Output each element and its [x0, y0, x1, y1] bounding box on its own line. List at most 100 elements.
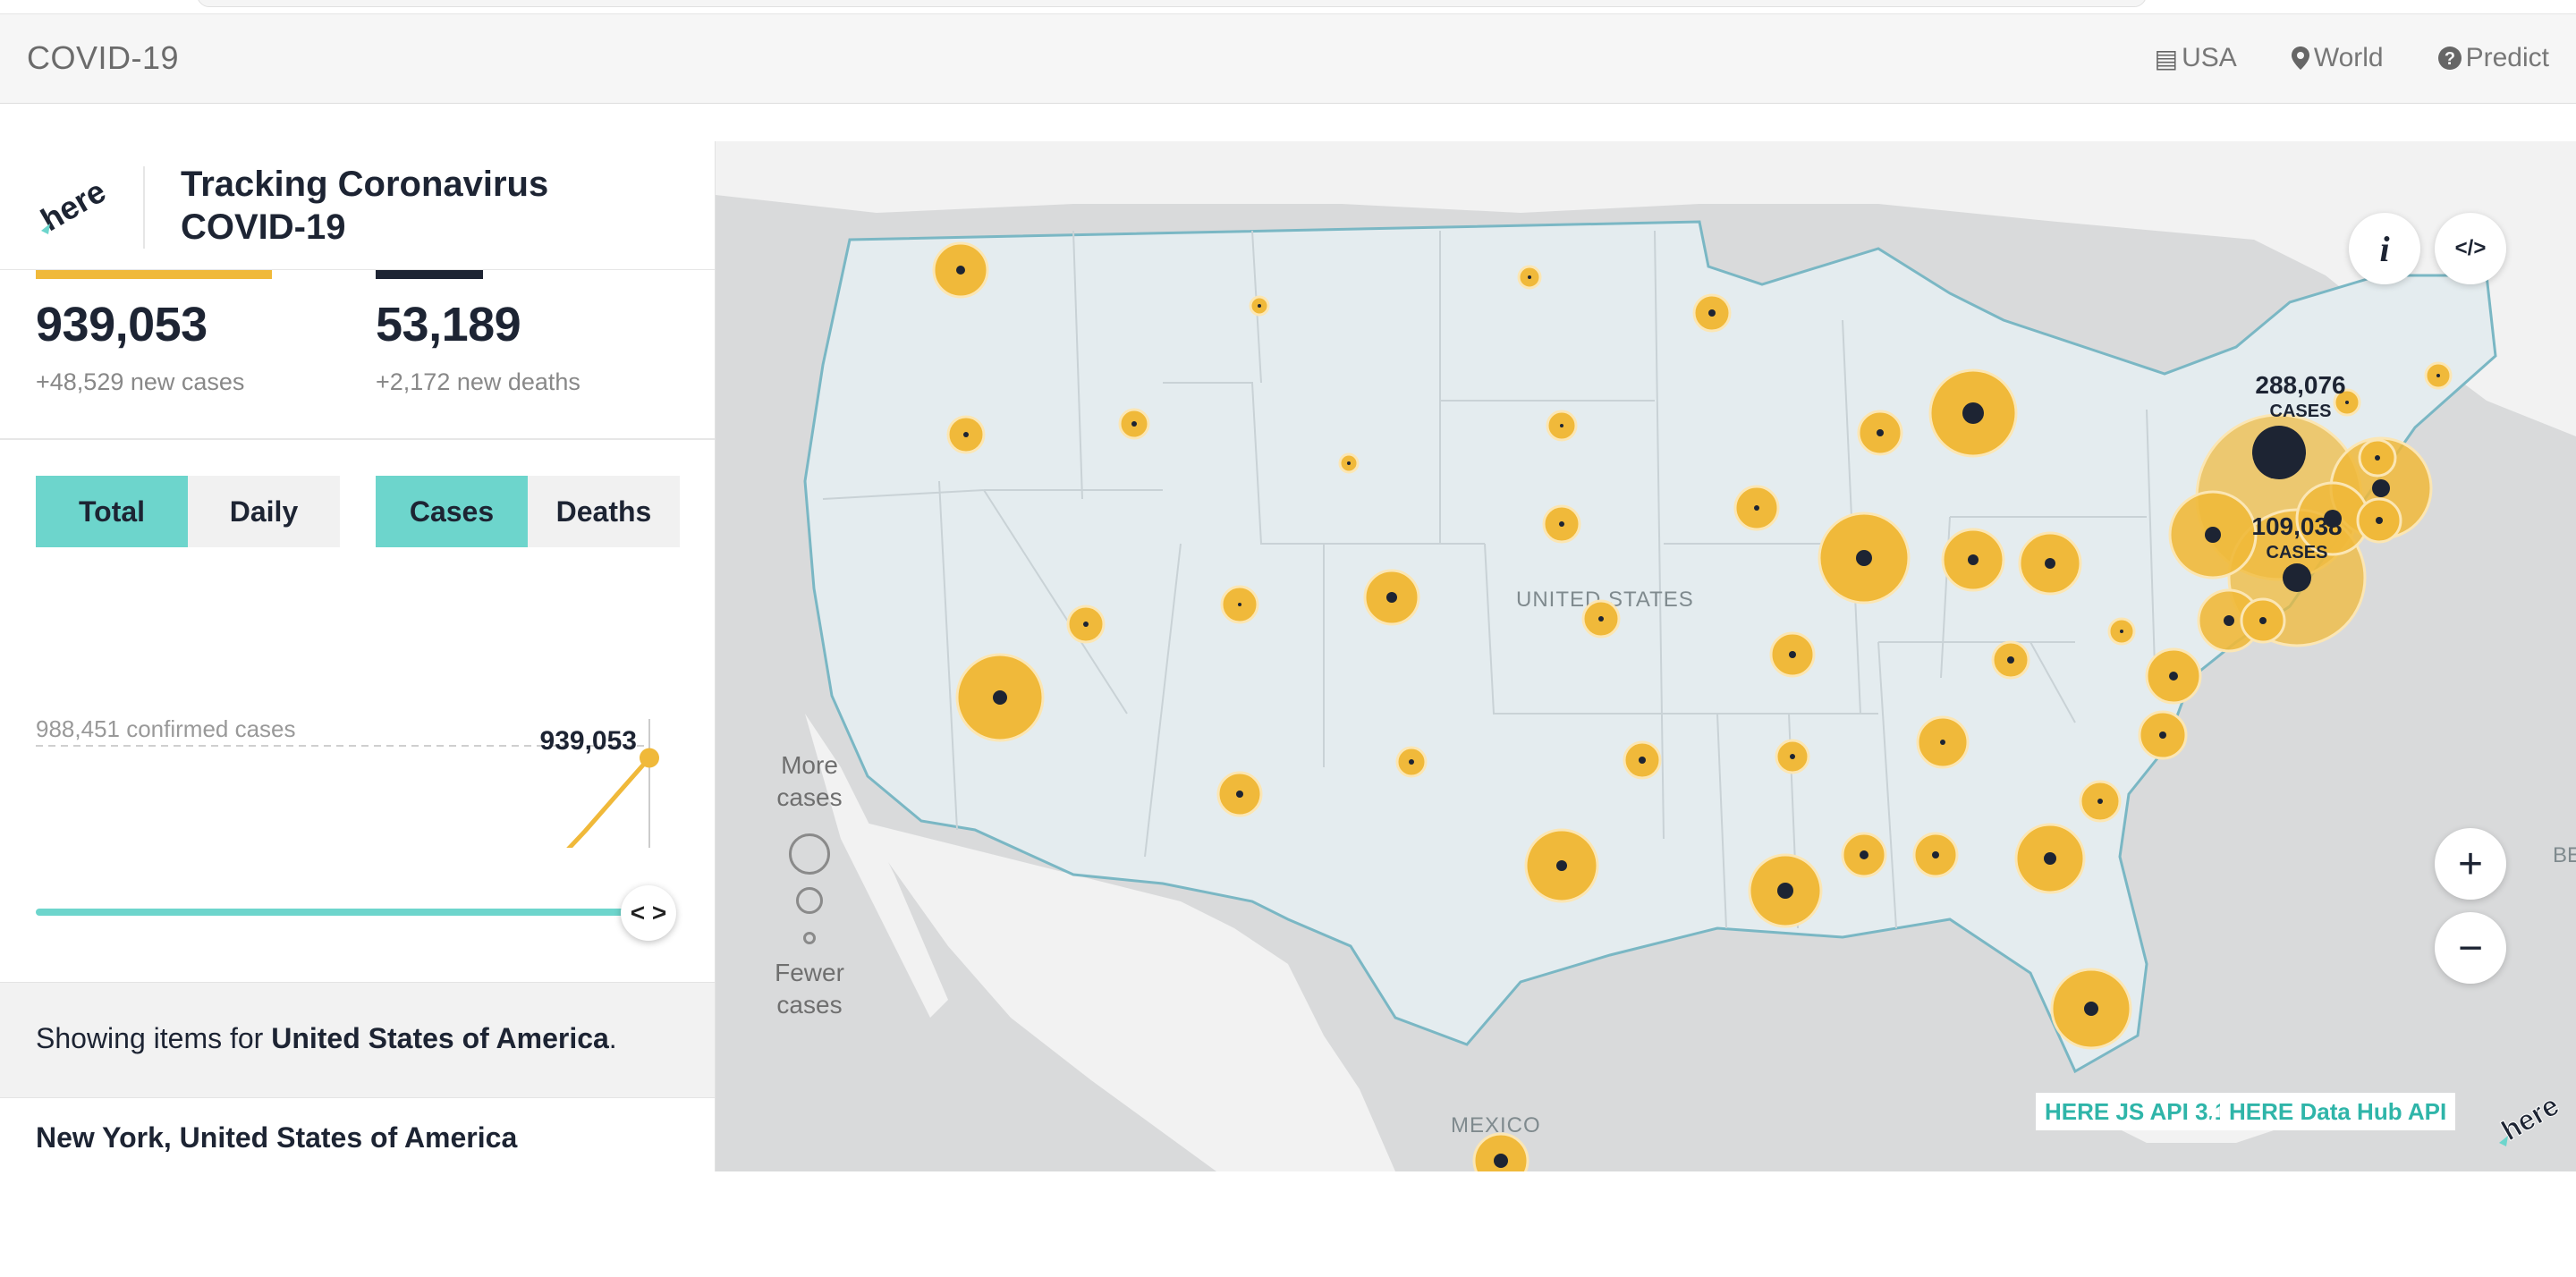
bubble-or[interactable] — [946, 415, 986, 454]
bubble-wy[interactable] — [1338, 452, 1360, 474]
nav-usa-label: USA — [2182, 43, 2237, 72]
bubble-sd[interactable] — [1546, 410, 1578, 442]
bubble-nc[interactable] — [2138, 710, 2188, 760]
here-map-logo-icon: here — [2496, 1088, 2564, 1147]
bubble-ne[interactable] — [1542, 504, 1581, 544]
divider — [0, 438, 715, 440]
here-data-hub-link[interactable]: HERE Data Hub API — [2220, 1093, 2456, 1130]
bubble-nv[interactable] — [1066, 605, 1106, 644]
map-view[interactable]: UNITED STATES MEXICO BER — [716, 141, 2576, 1171]
cases-bar — [36, 270, 272, 279]
scrollbar[interactable] — [197, 0, 2147, 7]
nav-links: ▤ USA World ? Predict — [2155, 43, 2549, 73]
bubble-pa[interactable] — [2168, 490, 2258, 579]
nav-predict-label: Predict — [2465, 43, 2549, 72]
bubble-oh[interactable] — [2018, 531, 2082, 596]
nj-cluster-unit: CASES — [2267, 543, 2328, 562]
attribution-separator: / — [2211, 1098, 2218, 1125]
bubble-ia[interactable] — [1733, 485, 1780, 531]
bubble-tn[interactable] — [1916, 715, 1970, 769]
bubble-id[interactable] — [1118, 408, 1150, 440]
deaths-total: 53,189 — [376, 298, 521, 351]
showing-place: United States of America — [271, 1022, 609, 1054]
cases-button[interactable]: Cases — [376, 476, 528, 547]
bubble-mo[interactable] — [1769, 631, 1816, 678]
bubble-nm[interactable] — [1395, 746, 1428, 778]
here-js-api-link[interactable]: HERE JS API 3.1 — [2036, 1093, 2237, 1130]
pin-icon — [2291, 47, 2309, 70]
bubble-sc[interactable] — [2079, 780, 2122, 823]
legend-medium-circle — [796, 887, 823, 914]
bubble-ut[interactable] — [1220, 585, 1259, 624]
deaths-stat: 53,189 +2,172 new deaths — [376, 270, 644, 396]
bubble-ky[interactable] — [1991, 640, 2030, 680]
info-button[interactable]: i — [2349, 213, 2420, 284]
list-icon: ▤ — [2154, 44, 2179, 72]
app-brand[interactable]: COVID-19 — [27, 39, 179, 77]
bubble-va[interactable] — [2145, 647, 2202, 705]
logo-divider — [143, 166, 145, 249]
metric-toggle: Cases Deaths — [376, 476, 680, 547]
location-item[interactable]: New York, United States of America — [36, 1121, 517, 1154]
bubble-ok[interactable] — [1623, 740, 1662, 780]
cases-line-chart: 988,451 confirmed cases 0 939,053 01 Feb… — [36, 715, 659, 848]
bubble-mi[interactable] — [1928, 368, 2018, 458]
nav-predict[interactable]: ? Predict — [2437, 43, 2549, 73]
bubble-al[interactable] — [1912, 832, 1959, 878]
bubble-ri[interactable] — [2356, 497, 2402, 544]
date-range-handle[interactable]: < > — [621, 885, 676, 941]
zoom-out-button[interactable]: − — [2435, 912, 2506, 984]
ny-cluster-unit: CASES — [2270, 402, 2332, 421]
bubble-tx[interactable] — [1524, 828, 1599, 903]
bubble-mt[interactable] — [1249, 295, 1270, 317]
legend-fewer-label: Fewer cases — [775, 959, 844, 1019]
period-toggle: Total Daily — [36, 476, 340, 547]
bubble-la[interactable] — [1748, 853, 1823, 928]
showing-banner: Showing items for United States of Ameri… — [0, 982, 715, 1098]
bubble-ks[interactable] — [1581, 599, 1621, 638]
bubble-in[interactable] — [1941, 528, 2005, 592]
zoom-in-button[interactable]: + — [2435, 828, 2506, 900]
series-line — [566, 756, 652, 848]
deaths-new: +2,172 new deaths — [376, 368, 580, 395]
svg-text:?: ? — [2445, 49, 2455, 69]
bubble-de[interactable] — [2240, 597, 2286, 644]
bubble-ar[interactable] — [1775, 739, 1810, 774]
daily-button[interactable]: Daily — [188, 476, 340, 547]
date-range-track[interactable] — [36, 909, 653, 916]
bubble-mexico[interactable] — [1472, 1132, 1530, 1171]
bubble-mn[interactable] — [1692, 293, 1732, 333]
app-title-line2: COVID-19 — [181, 207, 346, 247]
map-canvas: UNITED STATES MEXICO BER — [716, 141, 2576, 1171]
sidebar-header: here Tracking Coronavirus COVID-19 — [0, 141, 715, 270]
deaths-button[interactable]: Deaths — [528, 476, 680, 547]
bubble-az[interactable] — [1216, 771, 1263, 817]
cases-total: 939,053 — [36, 298, 208, 351]
bubble-wv[interactable] — [2107, 617, 2136, 646]
reference-label: 988,451 confirmed cases — [36, 715, 296, 742]
app-header: COVID-19 ▤ USA World ? Predict — [0, 14, 2576, 104]
bubble-me[interactable] — [2424, 361, 2453, 390]
bubble-nh[interactable] — [2358, 438, 2397, 478]
nav-world[interactable]: World — [2291, 43, 2384, 73]
bubble-co[interactable] — [1363, 569, 1420, 626]
showing-suffix: . — [608, 1022, 617, 1054]
here-logo-icon: here — [36, 173, 111, 239]
total-button[interactable]: Total — [36, 476, 188, 547]
bubble-wa[interactable] — [932, 241, 989, 299]
bubble-ga[interactable] — [2014, 823, 2086, 894]
deaths-bar — [376, 270, 483, 279]
nav-usa[interactable]: ▤ USA — [2155, 43, 2237, 73]
current-value-label: 939,053 — [540, 726, 637, 756]
bubble-nd[interactable] — [1517, 265, 1542, 290]
app-title-line1: Tracking Coronavirus — [181, 165, 549, 204]
embed-code-button[interactable]: </> — [2435, 213, 2506, 284]
showing-prefix: Showing items for — [36, 1022, 272, 1054]
bubble-il[interactable] — [1818, 512, 1911, 605]
bubble-fl[interactable] — [2050, 968, 2132, 1050]
ny-cluster-value: 288,076 — [2255, 371, 2345, 399]
help-icon: ? — [2437, 47, 2462, 70]
bubble-ms[interactable] — [1841, 832, 1887, 878]
bubble-wi[interactable] — [1857, 410, 1903, 456]
bubble-ca[interactable] — [955, 653, 1045, 742]
